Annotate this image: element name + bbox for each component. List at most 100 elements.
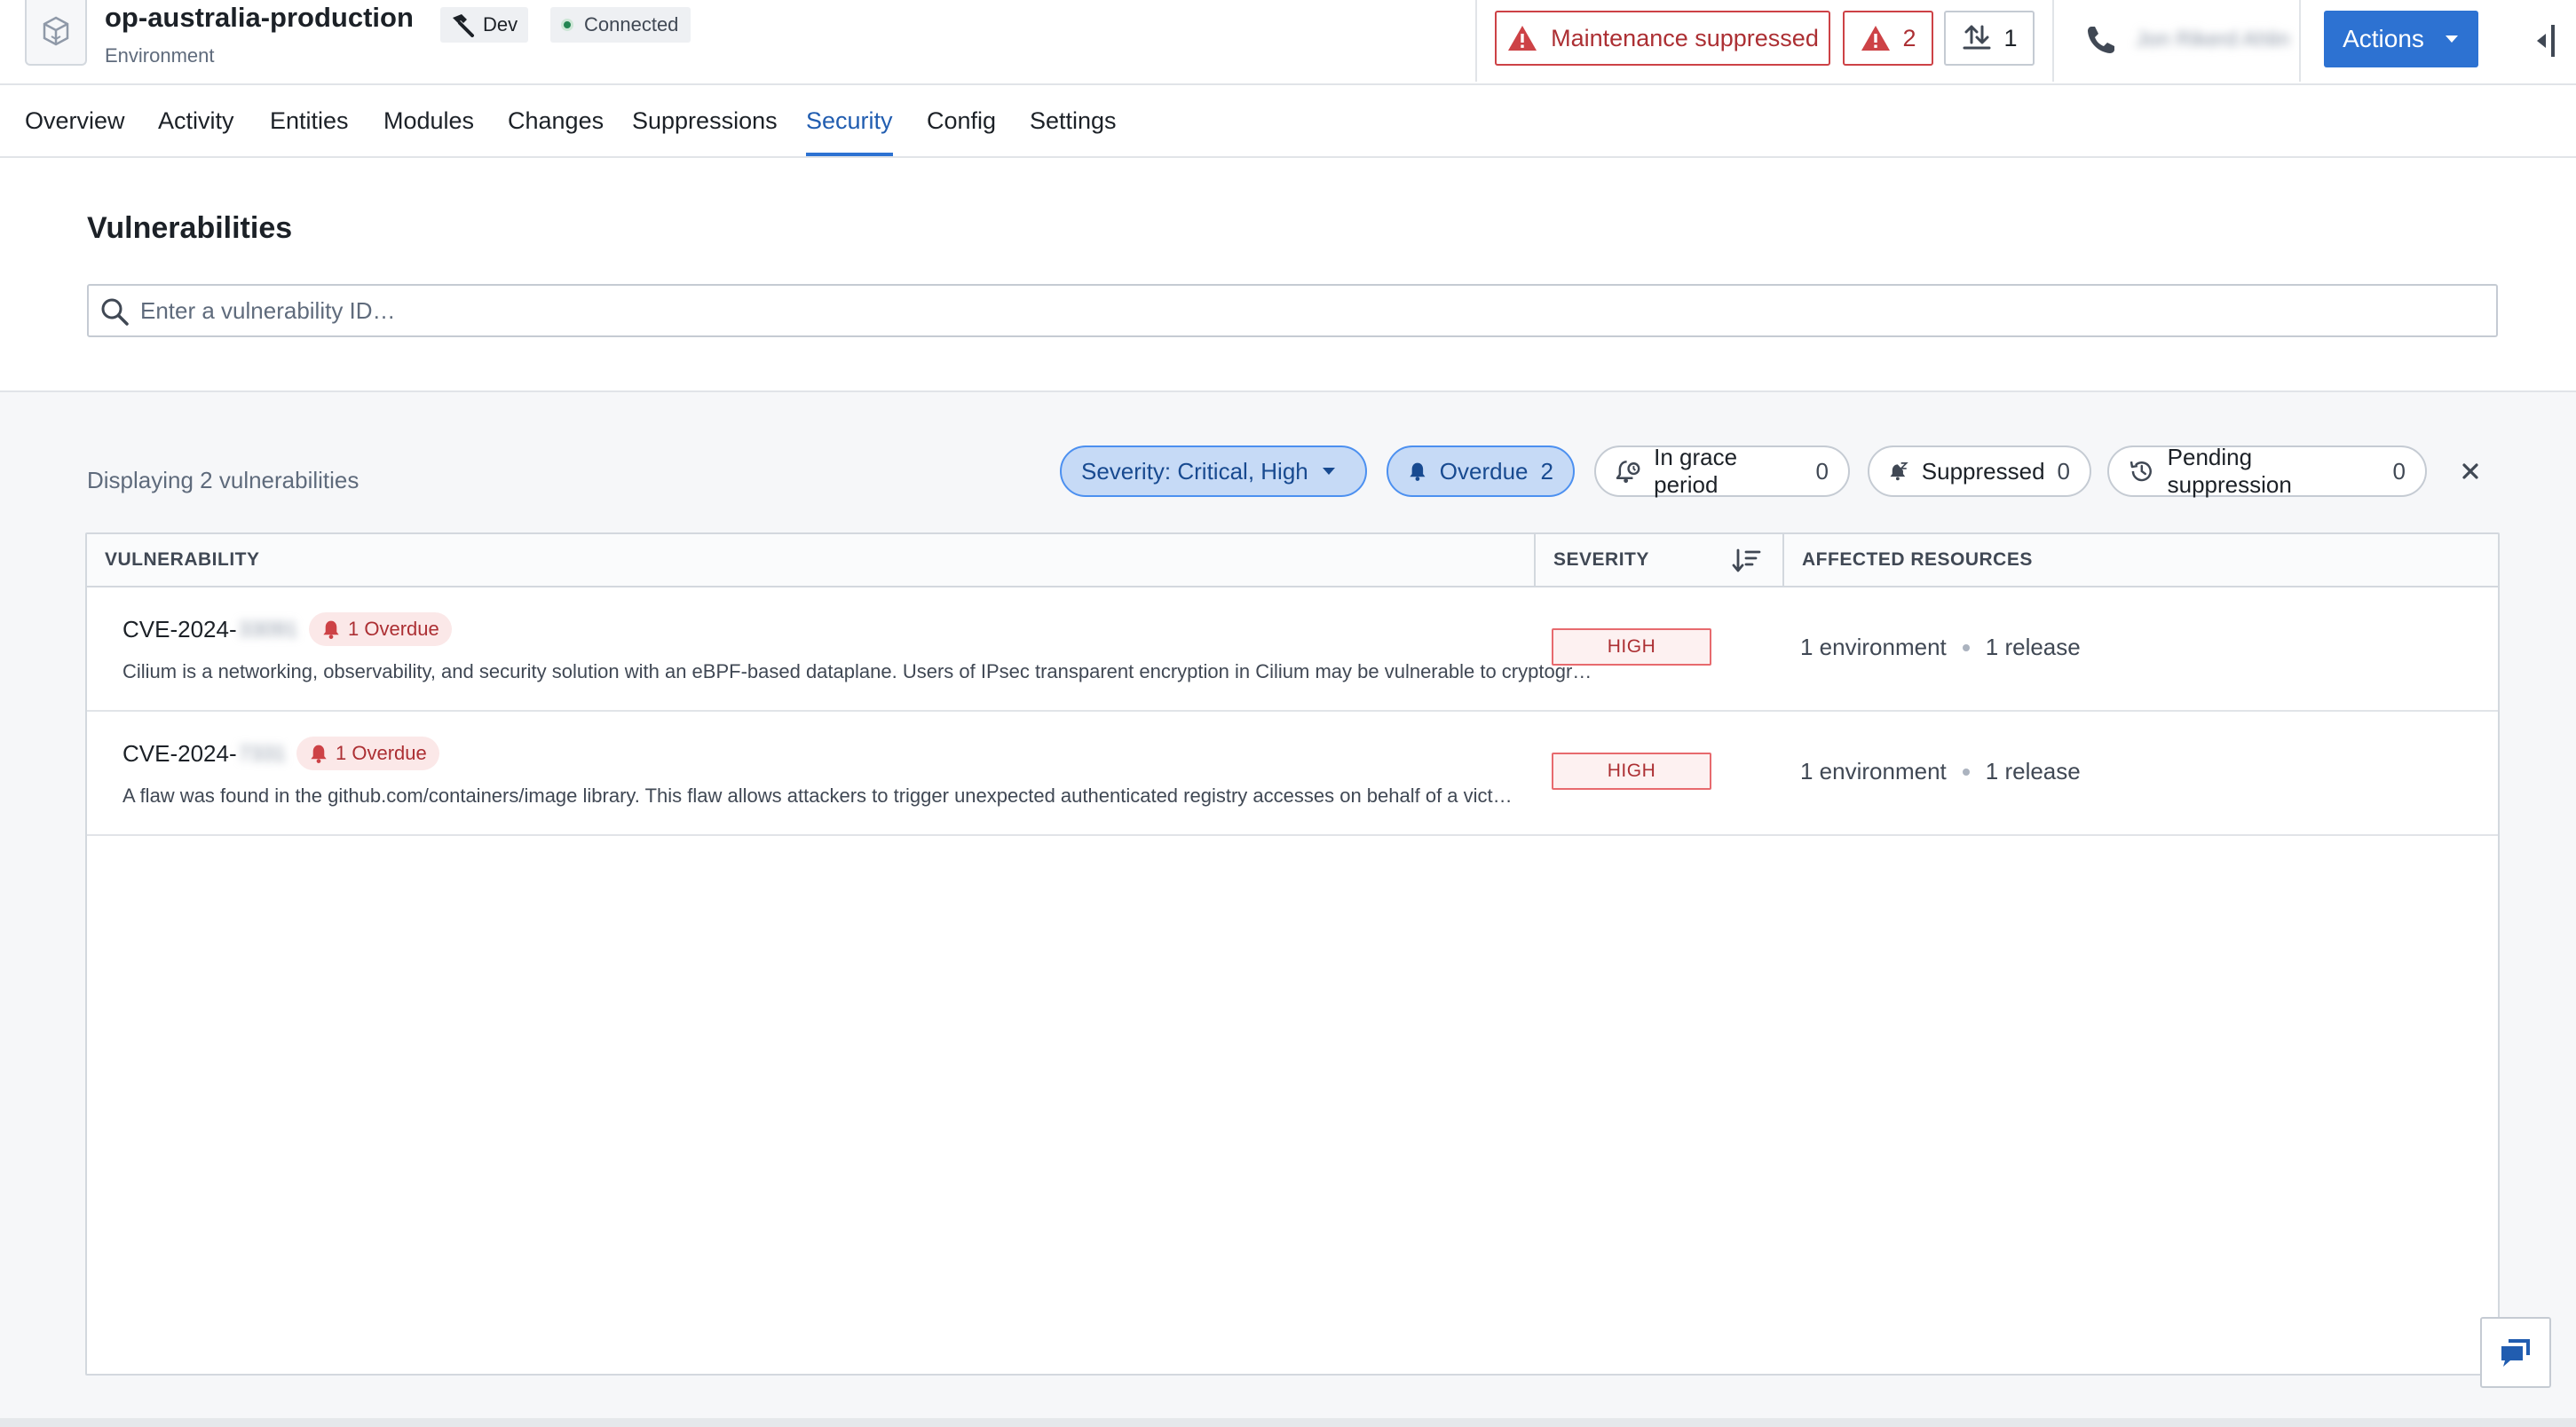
chat-icon — [2501, 1339, 2530, 1367]
overdue-filter-chip[interactable]: Overdue 2 — [1387, 445, 1575, 497]
affected-resources: 1 environment 1 release — [1800, 634, 2081, 661]
grace-period-filter-count: 0 — [1815, 457, 1829, 485]
header-divider — [2052, 0, 2054, 82]
maintenance-suppressed-button[interactable]: Maintenance suppressed — [1495, 11, 1830, 66]
side-panel-toggle[interactable] — [2528, 23, 2560, 59]
bell-clock-icon — [1616, 461, 1640, 484]
search-icon — [101, 298, 129, 326]
tab-activity[interactable]: Activity — [158, 85, 234, 156]
page-title: Vulnerabilities — [87, 211, 293, 245]
severity-tag: HIGH — [1552, 753, 1711, 790]
vulnerability-id[interactable]: CVE-2024- 33091 — [122, 616, 297, 643]
results-count: Displaying 2 vulnerabilities — [87, 467, 360, 493]
actions-label: Actions — [2343, 25, 2424, 52]
severity-filter-label: Severity: Critical, High — [1081, 457, 1308, 485]
on-call-name: Jon Rikerd Ahlin — [2136, 28, 2290, 51]
bottom-edge — [0, 1418, 2576, 1427]
tab-config[interactable]: Config — [927, 85, 996, 156]
dev-tag-label: Dev — [483, 13, 518, 35]
table-row[interactable]: CVE-2024- 7331 1 Overdue A flaw was foun… — [87, 712, 2498, 836]
upload-icon — [1963, 25, 1991, 50]
connection-status-tag: Connected — [550, 7, 691, 43]
overdue-filter-count: 2 — [1540, 457, 1553, 485]
severity-filter-chip[interactable]: Severity: Critical, High — [1060, 445, 1367, 497]
column-divider — [1534, 534, 1536, 586]
cube-icon — [43, 16, 69, 46]
tab-entities[interactable]: Entities — [270, 85, 349, 156]
connected-dot-icon — [561, 19, 573, 31]
alerts-button[interactable]: 2 — [1843, 11, 1933, 66]
warning-icon — [1861, 26, 1891, 51]
vulnerability-description: Cilium is a networking, observability, a… — [122, 660, 1600, 682]
connection-status-label: Connected — [584, 13, 679, 35]
vulnerability-search-box[interactable] — [87, 284, 2498, 337]
history-icon — [2130, 461, 2152, 482]
overdue-badge-label: 1 Overdue — [336, 742, 427, 764]
grace-period-filter-chip[interactable]: In grace period 0 — [1594, 444, 1850, 498]
pending-suppression-filter-label: Pending suppression — [2167, 444, 2292, 498]
environment-tabs: Overview Activity Entities Modules Chang… — [0, 85, 2576, 158]
column-header-severity[interactable]: SEVERITY — [1553, 534, 1649, 586]
tab-settings[interactable]: Settings — [1030, 85, 1117, 156]
pending-suppression-filter-chip[interactable]: Pending suppression 0 — [2107, 444, 2427, 498]
tab-changes[interactable]: Changes — [508, 85, 604, 156]
vulnerability-id-redacted: 7331 — [238, 741, 287, 766]
vulnerability-id-prefix: CVE-2024- — [122, 740, 237, 767]
vulnerability-search-section: Vulnerabilities — [0, 158, 2576, 392]
bell-icon — [323, 620, 339, 639]
overdue-filter-label: Overdue — [1439, 457, 1529, 485]
affected-releases[interactable]: 1 release — [1986, 758, 2081, 785]
vulnerability-id-prefix: CVE-2024- — [122, 616, 237, 643]
suppressed-filter-label: Suppressed — [1921, 457, 2045, 485]
maintenance-suppressed-label: Maintenance suppressed — [1551, 24, 1819, 51]
table-row[interactable]: CVE-2024- 33091 1 Overdue Cilium is a ne… — [87, 587, 2498, 712]
column-header-vulnerability: VULNERABILITY — [105, 549, 260, 570]
on-call-contact[interactable]: Jon Rikerd Ahlin — [2084, 18, 2289, 62]
overdue-badge: 1 Overdue — [309, 612, 452, 646]
caret-down-icon — [1322, 468, 1335, 475]
separator-dot — [1962, 643, 1970, 651]
pending-uploads-count: 1 — [2003, 24, 2018, 51]
column-header-affected-resources: AFFECTED RESOURCES — [1802, 549, 2033, 570]
grace-period-filter-label: In grace period — [1654, 444, 1738, 498]
vulnerability-search-input[interactable] — [140, 286, 2484, 335]
alerts-count: 2 — [1902, 24, 1916, 51]
header-divider — [2299, 0, 2301, 82]
vulnerability-id[interactable]: CVE-2024- 7331 — [122, 740, 286, 768]
dev-tag: Dev — [440, 7, 529, 43]
overdue-badge: 1 Overdue — [296, 737, 439, 770]
header-divider — [1475, 0, 1477, 82]
bell-icon — [1410, 462, 1426, 481]
close-icon — [2462, 463, 2478, 479]
affected-resources: 1 environment 1 release — [1800, 758, 2081, 785]
affected-releases[interactable]: 1 release — [1986, 634, 2081, 661]
suppressed-filter-chip[interactable]: Suppressed 0 — [1868, 445, 2091, 497]
environment-type: Environment — [105, 44, 215, 67]
separator-dot — [1962, 768, 1970, 776]
column-divider — [1782, 534, 1784, 586]
vulnerability-id-redacted: 33091 — [238, 617, 298, 642]
sort-descending-icon[interactable] — [1731, 547, 1761, 575]
phone-icon — [2088, 27, 2114, 53]
vulnerability-table: VULNERABILITY SEVERITY AFFECTED RESOURCE… — [85, 532, 2500, 1376]
tab-security[interactable]: Security — [806, 85, 893, 156]
affected-environments[interactable]: 1 environment — [1800, 634, 1947, 661]
tab-suppressions[interactable]: Suppressions — [632, 85, 778, 156]
pending-uploads-button[interactable]: 1 — [1944, 11, 2035, 66]
tab-overview[interactable]: Overview — [25, 85, 125, 156]
caret-down-icon — [2445, 35, 2458, 43]
bell-icon — [311, 745, 327, 763]
bell-snooze-icon — [1890, 462, 1908, 481]
vulnerability-results: Displaying 2 vulnerabilities Severity: C… — [0, 392, 2576, 1427]
table-header: VULNERABILITY SEVERITY AFFECTED RESOURCE… — [87, 534, 2498, 587]
clear-filters-button[interactable] — [2457, 458, 2484, 485]
affected-environments[interactable]: 1 environment — [1800, 758, 1947, 785]
actions-button[interactable]: Actions — [2324, 11, 2478, 67]
environment-header: op-australia-production Environment Dev … — [0, 0, 2576, 85]
feedback-chat-button[interactable] — [2480, 1317, 2551, 1388]
environment-icon — [25, 0, 87, 66]
severity-tag: HIGH — [1552, 628, 1711, 666]
panel-collapse-icon — [2537, 25, 2555, 57]
vulnerability-description: A flaw was found in the github.com/conta… — [122, 784, 1516, 807]
tab-modules[interactable]: Modules — [383, 85, 474, 156]
